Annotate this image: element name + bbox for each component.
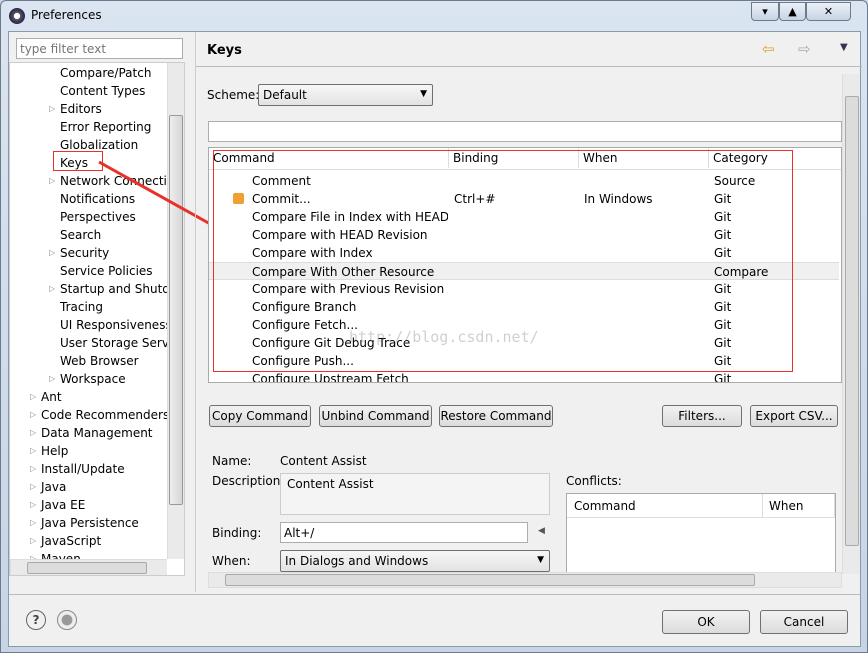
ok-button[interactable]: OK [662,610,750,634]
name-label: Name: [212,454,252,468]
expand-icon[interactable]: ▷ [49,244,55,262]
conflicts-label: Conflicts: [566,474,622,488]
expand-icon[interactable]: ▷ [49,172,55,190]
tree-item[interactable]: Code Recommenders [41,406,169,424]
copy-command-button[interactable]: Copy Command [209,405,311,427]
bottom-divider [9,594,860,595]
expand-icon[interactable]: ▷ [30,532,36,550]
chevron-down-icon: ▼ [420,89,427,99]
tree-item[interactable]: Ant [41,388,62,406]
tree-item[interactable]: Compare/Patch [60,64,151,82]
page-scrollbar[interactable] [842,74,860,574]
minimize-button[interactable]: ▾ [751,2,779,21]
chevron-down-icon: ▼ [537,555,544,565]
expand-icon[interactable]: ▷ [49,370,55,388]
description-label: Description: [212,474,285,488]
tree-item[interactable]: Help [41,442,68,460]
expand-icon[interactable]: ▷ [30,514,36,532]
tree-item[interactable]: Web Browser [60,352,139,370]
table-highlight-box [213,150,793,372]
window-title: Preferences [31,8,102,22]
forward-icon[interactable]: ⇨ [798,40,811,58]
when-label: When: [212,554,251,568]
conflicts-table: Command When [566,493,836,573]
when-value: In Dialogs and Windows [285,554,429,568]
dialog-client: Compare/PatchContent Types ▷ EditorsError … [8,31,862,647]
filter-input[interactable] [16,38,183,59]
expand-icon[interactable]: ▷ [30,388,36,406]
expand-icon[interactable]: ▷ [30,406,36,424]
tree-hscroll-thumb[interactable] [27,562,147,574]
page-scroll-thumb[interactable] [845,96,859,546]
filters-button[interactable]: Filters... [662,405,742,427]
page-title: Keys [207,43,242,58]
expand-icon[interactable]: ▷ [30,460,36,478]
header-divider [196,66,862,67]
page-hscroll-thumb[interactable] [225,574,755,586]
name-value: Content Assist [280,454,367,468]
preferences-tree: Compare/Patch Content Types ▷ Editors Error … [9,62,185,576]
conflicts-header-command[interactable]: Command [567,494,763,518]
expand-icon[interactable]: ▷ [49,280,55,298]
eclipse-icon [9,8,25,24]
export-csv-button[interactable]: Export CSV... [750,405,838,427]
close-button[interactable]: ✕ [806,2,851,21]
scheme-value: Default [263,88,307,102]
preferences-window: Preferences ▾ ▲ ✕ Compare/PatchContent T… [0,0,868,653]
expand-icon[interactable]: ▷ [30,442,36,460]
help-icon[interactable]: ? [26,610,46,630]
tree-item[interactable]: Install/Update [41,460,125,478]
expand-icon[interactable]: ▷ [30,424,36,442]
tree-item[interactable]: Service Policies [60,262,153,280]
expand-icon[interactable]: ▷ [30,478,36,496]
binding-menu-icon[interactable]: ◀ [538,526,545,536]
tree-item[interactable]: Error Reporting [60,118,151,136]
tree-item[interactable]: Content Types [60,82,145,100]
tree-item[interactable]: Data Management [41,424,153,442]
scheme-select[interactable]: Default ▼ [258,84,433,106]
tree-scrollbar[interactable] [167,63,184,559]
tree-hscrollbar[interactable] [10,559,167,575]
view-menu-icon[interactable]: ▼ [840,42,848,53]
maximize-button[interactable]: ▲ [779,2,806,21]
title-bar: Preferences ▾ ▲ ✕ [1,1,867,31]
tree-item[interactable]: Workspace [60,370,126,388]
binding-input[interactable] [280,522,528,543]
import-export-icon[interactable] [57,610,77,630]
binding-label: Binding: [212,526,262,540]
tree-item[interactable]: Tracing [60,298,103,316]
description-field[interactable]: Content Assist [280,473,550,515]
expand-icon[interactable]: ▷ [49,100,55,118]
tree-item[interactable]: Java Persistence [41,514,139,532]
page-hscrollbar[interactable] [208,572,842,588]
back-icon[interactable]: ⇦ [762,40,775,58]
tree-item[interactable]: JavaScript [41,532,101,550]
command-search-input[interactable] [208,121,842,142]
when-select[interactable]: In Dialogs and Windows ▼ [280,550,550,572]
cancel-button[interactable]: Cancel [760,610,848,634]
unbind-command-button[interactable]: Unbind Command [319,405,432,427]
expand-icon[interactable]: ▷ [30,496,36,514]
tree-item[interactable]: Java EE [41,496,85,514]
tree-item[interactable]: Editors [60,100,102,118]
restore-command-button[interactable]: Restore Command [439,405,553,427]
right-pane: Keys ⇦ ⇨ ▼ Scheme: Default ▼ Command Bindi… [195,32,862,592]
conflicts-header-when[interactable]: When [763,494,835,518]
scheme-label: Scheme: [207,88,260,102]
tree-item[interactable]: Java [41,478,66,496]
